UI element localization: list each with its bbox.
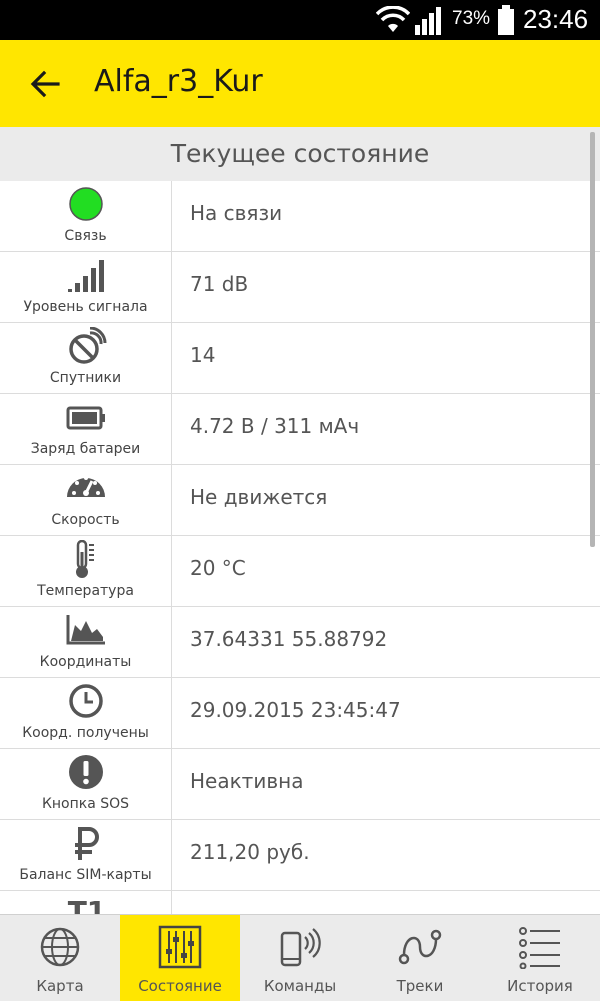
row-satellites: Спутники 14 [0,323,600,394]
wifi-icon [376,6,410,32]
section-header: Текущее состояние [0,127,600,181]
tab-status[interactable]: Состояние [120,915,240,1001]
speedometer-icon [67,476,105,497]
row-label: Координаты [39,654,132,670]
route-icon [398,929,442,965]
tab-tracks[interactable]: Треки [360,915,480,1001]
status-bar: 73% 23:46 [0,0,600,40]
row-value: Не движется [190,485,328,509]
page-title: Alfa_r3_Kur [94,64,263,99]
list-icon [519,927,560,969]
row-temperature: Температура 20 °C [0,536,600,607]
row-sos-button: Кнопка SOS Неактивна [0,749,600,820]
globe-icon [40,927,80,967]
row-value: 211,20 руб. [190,840,310,864]
row-signal-level: Уровень сигнала 71 dB [0,252,600,323]
row-label: Спутники [49,370,122,386]
row-label: Заряд батареи [30,441,141,457]
cellular-signal-icon [415,7,441,35]
thermometer-icon [76,540,94,578]
row-value: 37.64331 55.88792 [190,627,388,651]
row-t1: T1 [0,891,600,915]
row-value: 29.09.2015 23:45:47 [190,698,401,722]
tab-label: Команды [263,977,337,995]
row-value: 20 °C [190,556,246,580]
tab-map[interactable]: Карта [0,915,120,1001]
clock-icon [69,684,103,718]
battery-icon [66,406,105,430]
connection-status-icon [69,187,103,221]
row-value: 4.72 В / 311 мАч [190,414,360,438]
battery-percent: 73% [452,8,491,29]
phone-signal-icon [280,928,321,967]
row-label: Связь [64,228,107,244]
app-bar: Alfa_r3_Kur [0,40,600,127]
status-clock: 23:46 [523,4,589,34]
t1-icon: T1 [67,895,107,916]
alert-icon [69,755,103,789]
tab-label: История [507,977,573,995]
row-connection: Связь На связи [0,181,600,252]
row-label: Температура [37,583,134,599]
row-battery: Заряд батареи 4.72 В / 311 мАч [0,394,600,465]
tab-history[interactable]: История [480,915,600,1001]
row-label: Баланс SIM-карты [19,867,152,883]
row-label: Уровень сигнала [23,299,148,315]
status-list[interactable]: Связь На связи Уровень сигнала 71 dB Спу… [0,181,600,915]
row-sim-balance: Баланс SIM-карты 211,20 руб. [0,820,600,891]
row-label: Скорость [51,512,120,528]
row-label: Кнопка SOS [41,796,130,812]
row-value: Неактивна [190,769,304,793]
tab-label: Треки [396,977,444,995]
area-chart-icon [66,615,105,645]
back-arrow-icon[interactable] [28,67,62,101]
tab-label: Карта [36,977,84,995]
signal-bars-icon [68,260,104,292]
satellite-dish-icon [69,327,107,364]
tab-commands[interactable]: Команды [240,915,360,1001]
scrollbar[interactable] [590,132,595,547]
tab-label: Состояние [138,977,222,995]
row-value: 14 [190,343,216,367]
ruble-icon [75,827,99,860]
row-coords-received: Коорд. получены 29.09.2015 23:45:47 [0,678,600,749]
row-speed: Скорость Не движется [0,465,600,536]
sliders-icon [158,925,202,969]
row-label: Коорд. получены [22,725,149,741]
bottom-navigation: Карта Состояние Команды Треки История [0,914,600,1001]
row-coordinates: Координаты 37.64331 55.88792 [0,607,600,678]
row-value: На связи [190,201,283,225]
row-value: 71 dB [190,272,249,296]
battery-status-icon [498,5,514,35]
